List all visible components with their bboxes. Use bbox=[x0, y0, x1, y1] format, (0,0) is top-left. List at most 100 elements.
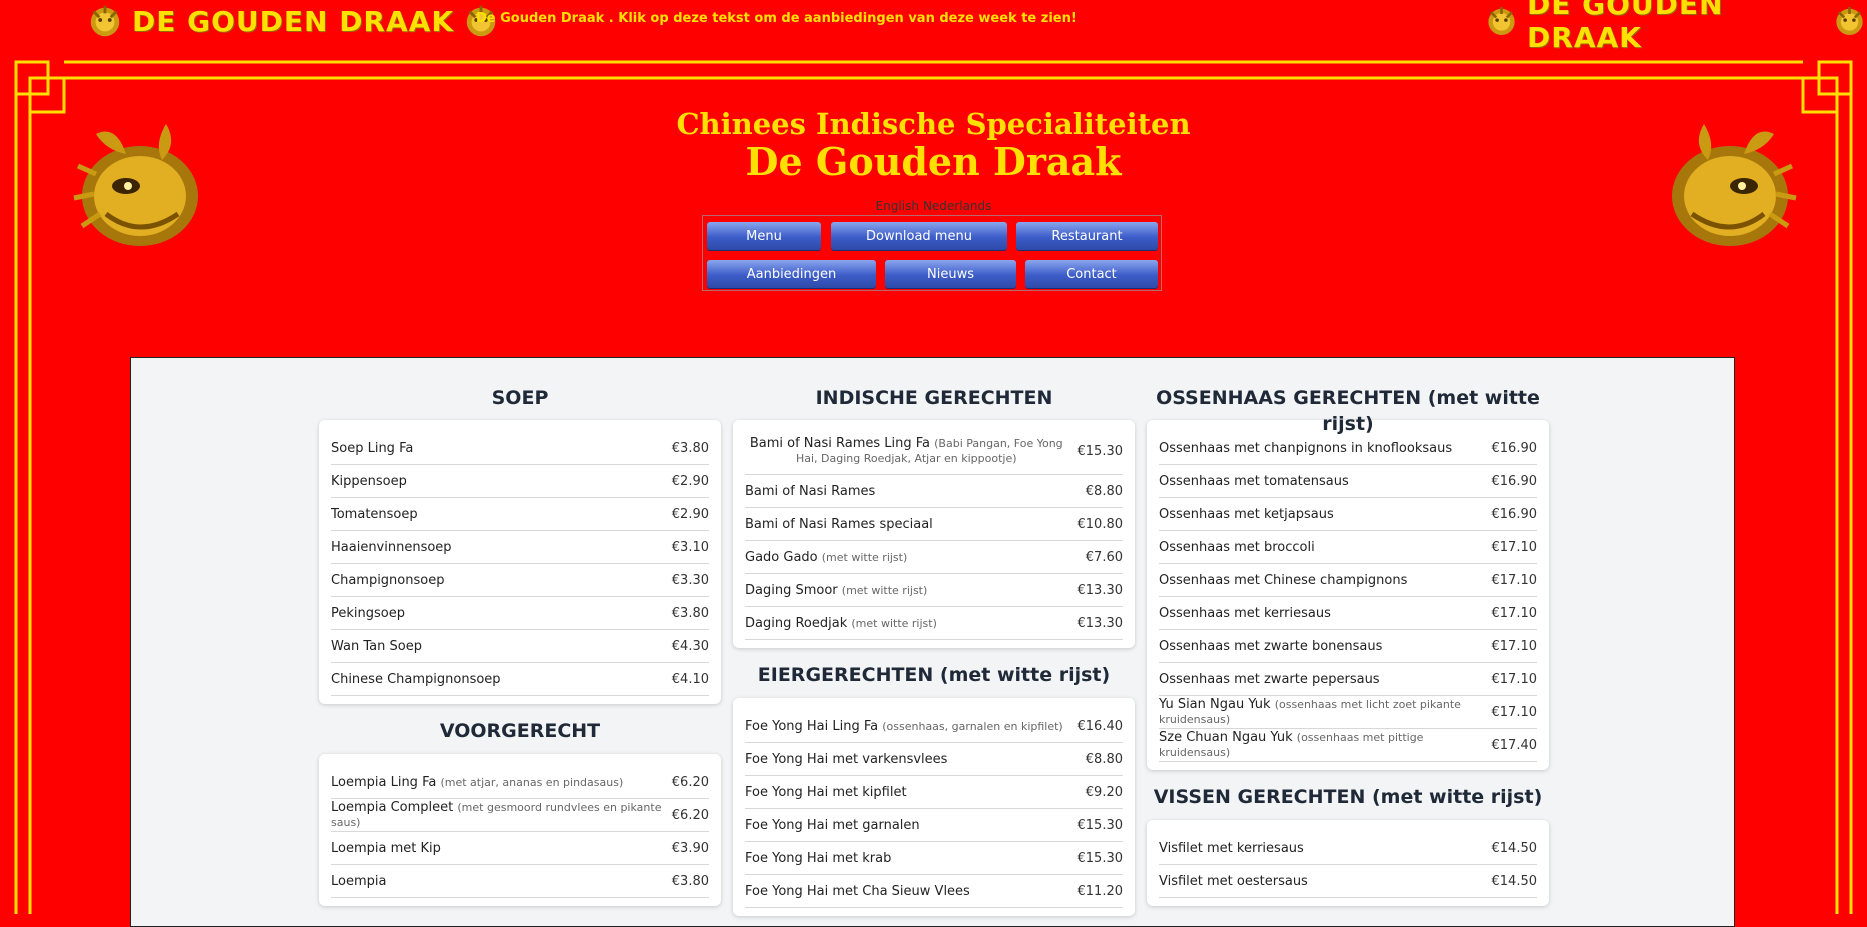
menu-item-name: Ossenhaas met ketjapsaus bbox=[1159, 507, 1492, 522]
section-title-soep: SOEP bbox=[491, 387, 549, 409]
menu-item-name: Bami of Nasi Rames speciaal bbox=[745, 517, 1078, 532]
menu-item-row: Sze Chuan Ngau Yuk (ossenhaas met pittig… bbox=[1159, 729, 1537, 762]
menu-item-description: (met witte rijst) bbox=[821, 550, 908, 564]
menu-item-name: Foe Yong Hai met kipfilet bbox=[745, 785, 1086, 800]
page-title: De Gouden Draak bbox=[745, 139, 1122, 184]
menu-item-price: €17.10 bbox=[1491, 605, 1538, 621]
menu-item-row: Champignonsoep €3.30 bbox=[331, 564, 709, 597]
menu-item-name: Loempia Ling Fa (met atjar, ananas en pi… bbox=[331, 775, 672, 790]
menu-item-price: €8.80 bbox=[1085, 751, 1123, 767]
menu-item-row: Ossenhaas met kerriesaus €17.10 bbox=[1159, 597, 1537, 630]
menu-item-row: Ossenhaas met zwarte bonensaus €17.10 bbox=[1159, 630, 1537, 663]
menu-item-title: Ossenhaas met tomatensaus bbox=[1159, 473, 1349, 489]
menu-item-price: €16.40 bbox=[1077, 718, 1124, 734]
menu-item-price: €8.80 bbox=[1085, 483, 1123, 499]
menu-item-title: Ossenhaas met broccoli bbox=[1159, 539, 1315, 555]
menu-item-price: €16.90 bbox=[1491, 473, 1538, 489]
menu-item-name: Sze Chuan Ngau Yuk (ossenhaas met pittig… bbox=[1159, 730, 1492, 760]
menu-item-title: Chinese Champignonsoep bbox=[331, 671, 501, 687]
menu-item-name: Gado Gado (met witte rijst) bbox=[745, 550, 1086, 565]
lang-english-link[interactable]: English bbox=[876, 199, 919, 213]
menu-item-name: Foe Yong Hai Ling Fa (ossenhaas, garnale… bbox=[745, 719, 1078, 734]
menu-item-title: Ossenhaas met Chinese champignons bbox=[1159, 572, 1408, 588]
menu-item-price: €6.20 bbox=[671, 807, 709, 823]
menu-item-name: Loempia bbox=[331, 874, 672, 889]
menu-item-row: Ossenhaas met ketjapsaus €16.90 bbox=[1159, 498, 1537, 531]
menu-item-title: Yu Sian Ngau Yuk bbox=[1159, 697, 1271, 712]
menu-item-price: €3.80 bbox=[671, 440, 709, 456]
menu-item-name: Daging Smoor (met witte rijst) bbox=[745, 583, 1078, 598]
menu-item-name: Tomatensoep bbox=[331, 507, 672, 522]
menu-item-title: Foe Yong Hai met varkensvlees bbox=[745, 751, 948, 767]
menu-item-title: Sze Chuan Ngau Yuk bbox=[1159, 730, 1293, 745]
menu-item-row: Foe Yong Hai met varkensvlees €8.80 bbox=[745, 743, 1123, 776]
menu-item-title: Gado Gado bbox=[745, 549, 818, 565]
menu-item-title: Foe Yong Hai met kipfilet bbox=[745, 784, 907, 800]
menu-item-row: Bami of Nasi Rames Ling Fa (Babi Pangan,… bbox=[745, 432, 1123, 475]
menu-item-price: €14.50 bbox=[1491, 840, 1538, 856]
menu-item-name: Champignonsoep bbox=[331, 573, 672, 588]
weekly-offer-link[interactable]: De Gouden Draak . Klik op deze tekst om … bbox=[476, 11, 1077, 26]
menu-item-title: Foe Yong Hai Ling Fa bbox=[745, 718, 879, 734]
menu-item-name: Foe Yong Hai met krab bbox=[745, 851, 1078, 866]
menu-item-name: Pekingsoep bbox=[331, 606, 672, 621]
menu-item-price: €16.90 bbox=[1491, 440, 1538, 456]
menu-item-title: Daging Roedjak bbox=[745, 615, 848, 631]
menu-item-price: €3.80 bbox=[671, 873, 709, 889]
page-subtitle: Chinees Indische Specialiteiten bbox=[676, 107, 1191, 141]
menu-item-name: Soep Ling Fa bbox=[331, 441, 672, 456]
section-title-voorgerecht: VOORGERECHT bbox=[439, 720, 601, 742]
menu-column-3: OSSENHAAS GERECHTEN (met witte rijst) Os… bbox=[1147, 358, 1549, 906]
nav-aanbiedingen-button[interactable]: Aanbiedingen bbox=[707, 260, 876, 288]
menu-card-eier: Foe Yong Hai Ling Fa (ossenhaas, garnale… bbox=[733, 698, 1135, 916]
menu-item-title: Loempia met Kip bbox=[331, 840, 441, 856]
menu-item-price: €3.10 bbox=[671, 539, 709, 555]
menu-item-description: (ossenhaas, garnalen en kipfilet) bbox=[882, 719, 1063, 733]
lang-dutch-link[interactable]: Nederlands bbox=[923, 199, 991, 213]
menu-item-price: €6.20 bbox=[671, 774, 709, 790]
menu-item-title: Champignonsoep bbox=[331, 572, 445, 588]
menu-item-name: Kippensoep bbox=[331, 474, 672, 489]
menu-item-row: Foe Yong Hai Ling Fa (ossenhaas, garnale… bbox=[745, 710, 1123, 743]
nav-nieuws-button[interactable]: Nieuws bbox=[885, 260, 1016, 288]
menu-item-title: Loempia bbox=[331, 873, 387, 889]
section-title-eier: EIERGERECHTEN (met witte rijst) bbox=[757, 664, 1111, 686]
menu-item-row: Haaienvinnensoep €3.10 bbox=[331, 531, 709, 564]
menu-item-price: €11.20 bbox=[1077, 883, 1124, 899]
menu-item-row: Ossenhaas met broccoli €17.10 bbox=[1159, 531, 1537, 564]
menu-item-price: €3.80 bbox=[671, 605, 709, 621]
menu-card-indisch: Bami of Nasi Rames Ling Fa (Babi Pangan,… bbox=[733, 420, 1135, 648]
menu-item-name: Chinese Champignonsoep bbox=[331, 672, 672, 687]
menu-item-description: (met witte rijst) bbox=[841, 583, 928, 597]
menu-item-price: €3.90 bbox=[671, 840, 709, 856]
brand-name: DE GOUDEN DRAAK bbox=[1527, 0, 1724, 54]
nav-contact-button[interactable]: Contact bbox=[1025, 260, 1158, 288]
menu-item-row: Yu Sian Ngau Yuk (ossenhaas met licht zo… bbox=[1159, 696, 1537, 729]
menu-item-name: Bami of Nasi Rames bbox=[745, 484, 1086, 499]
menu-item-price: €17.10 bbox=[1491, 539, 1538, 555]
nav-restaurant-button[interactable]: Restaurant bbox=[1016, 222, 1158, 250]
menu-item-price: €2.90 bbox=[671, 506, 709, 522]
menu-item-name: Daging Roedjak (met witte rijst) bbox=[745, 616, 1078, 631]
menu-item-name: Foe Yong Hai met Cha Sieuw Vlees bbox=[745, 884, 1078, 899]
menu-item-price: €15.30 bbox=[1077, 850, 1124, 866]
menu-item-title: Ossenhaas met ketjapsaus bbox=[1159, 506, 1334, 522]
nav-download-menu-button[interactable]: Download menu bbox=[831, 222, 1007, 250]
menu-item-price: €17.10 bbox=[1491, 572, 1538, 588]
menu-item-price: €17.10 bbox=[1491, 671, 1538, 687]
menu-item-row: Wan Tan Soep €4.30 bbox=[331, 630, 709, 663]
menu-item-title: Visfilet met oestersaus bbox=[1159, 873, 1308, 889]
dragon-icon bbox=[90, 5, 120, 37]
menu-item-name: Ossenhaas met Chinese champignons bbox=[1159, 573, 1492, 588]
nav-menu-button[interactable]: Menu bbox=[707, 222, 821, 250]
menu-item-title: Visfilet met kerriesaus bbox=[1159, 840, 1304, 856]
brand-logo-right: DE GOUDEN DRAAK bbox=[1484, 0, 1867, 54]
menu-item-name: Ossenhaas met tomatensaus bbox=[1159, 474, 1492, 489]
menu-item-title: Ossenhaas met zwarte bonensaus bbox=[1159, 638, 1383, 654]
menu-item-title: Pekingsoep bbox=[331, 605, 405, 621]
menu-item-row: Bami of Nasi Rames speciaal €10.80 bbox=[745, 508, 1123, 541]
menu-item-title: Foe Yong Hai met garnalen bbox=[745, 817, 920, 833]
menu-item-price: €2.90 bbox=[671, 473, 709, 489]
menu-item-row: Bami of Nasi Rames €8.80 bbox=[745, 475, 1123, 508]
menu-item-name: Foe Yong Hai met varkensvlees bbox=[745, 752, 1086, 767]
